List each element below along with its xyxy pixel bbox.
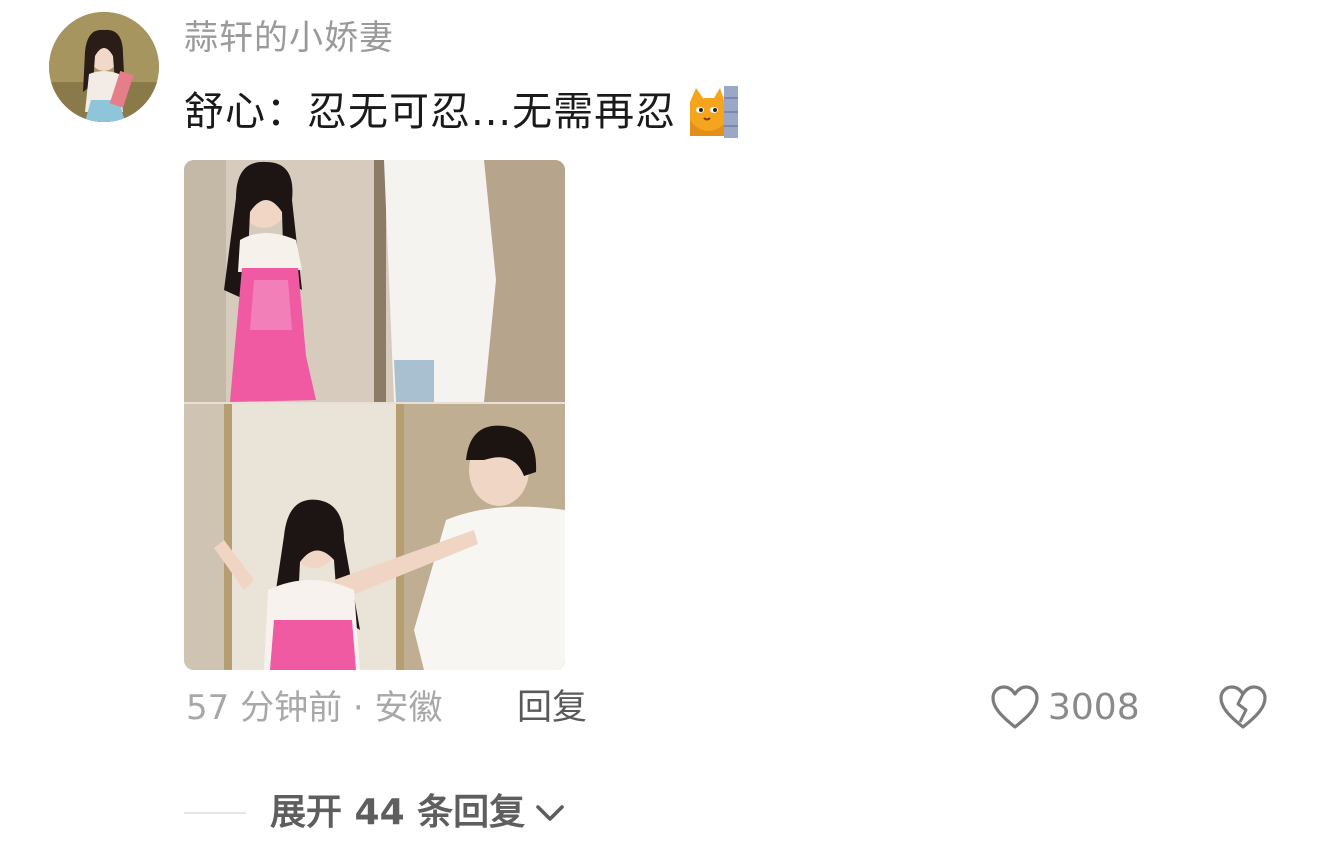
expand-replies-button[interactable]: 展开 44 条回复 [270,786,567,840]
expand-replies-label: 展开 44 条回复 [270,792,526,833]
comment-meta: 57 分钟前 · 安徽 [186,688,443,728]
username[interactable]: 蒜轩的小娇妻 [184,14,394,62]
like-count: 3008 [1048,687,1140,728]
heart-outline-icon [991,685,1039,729]
comment-image[interactable] [184,160,565,670]
comment-text-content: 舒心：忍无可忍...无需再忍 [184,89,677,135]
dislike-button[interactable] [1218,682,1268,732]
comment-item: 蒜轩的小娇妻 舒心：忍无可忍...无需再忍 57 分钟前 · 安徽 回复 300… [0,0,1320,868]
reply-button[interactable]: 回复 [517,684,587,732]
chevron-down-icon [536,805,564,821]
divider-line [184,812,246,814]
broken-heart-icon [1219,685,1267,729]
comment-text: 舒心：忍无可忍...无需再忍 [184,82,740,142]
like-button[interactable]: 3008 [990,682,1140,734]
cat-peeking-emoji-icon [686,84,740,140]
avatar[interactable] [49,12,159,122]
